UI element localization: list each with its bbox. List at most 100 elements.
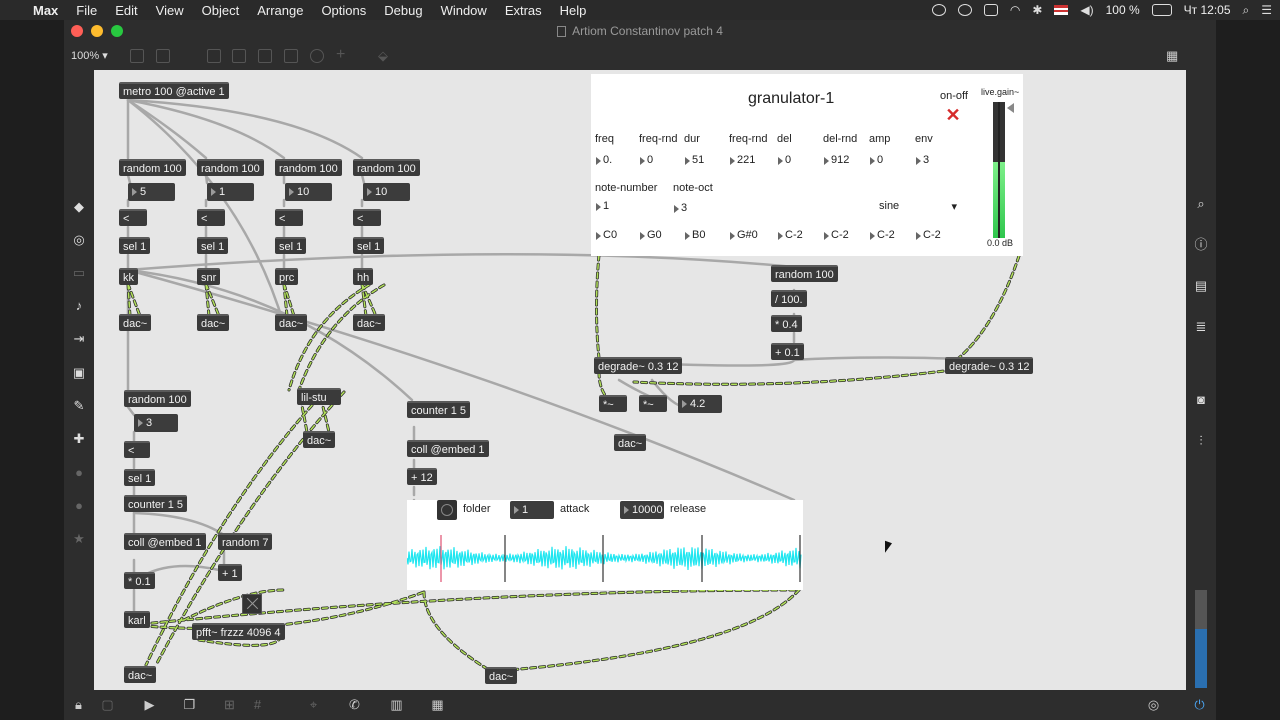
note-oct-box[interactable]: 3 [673, 202, 687, 214]
degrade-object[interactable]: degrade~ 0.3 12 [594, 357, 683, 374]
karl-object[interactable]: karl [124, 611, 150, 628]
plus-object[interactable]: + 1 [218, 564, 242, 581]
camera-icon[interactable]: ◙ [1194, 393, 1208, 407]
gain-meter[interactable] [993, 102, 1005, 238]
random-object[interactable]: random 100 [197, 159, 264, 176]
reference-icon[interactable]: ▤ [1194, 279, 1208, 293]
dac-object[interactable]: dac~ [197, 314, 230, 331]
lil-stu-object[interactable]: lil-stu [297, 388, 341, 405]
param-number[interactable]: 0 [639, 154, 653, 166]
dac-object[interactable]: dac~ [303, 431, 336, 448]
airplay-icon[interactable] [983, 4, 998, 16]
metro-object[interactable]: metro 100 @active 1 [119, 82, 229, 99]
multiply-object[interactable]: * 0.1 [124, 572, 155, 589]
plus-object[interactable]: + 12 [407, 468, 437, 485]
note-box[interactable]: C-2 [869, 229, 895, 241]
master-volume-slider[interactable] [1195, 590, 1207, 688]
keyboard-icon[interactable]: ▦ [430, 698, 445, 712]
prc-object[interactable]: prc [275, 268, 299, 285]
less-than-object[interactable]: < [124, 441, 150, 458]
new-object-icon[interactable] [130, 49, 144, 63]
minimize-window-button[interactable] [91, 25, 103, 37]
menu-app[interactable]: Max [24, 3, 67, 18]
param-number[interactable]: 221 [729, 154, 755, 166]
menu-arrange[interactable]: Arrange [248, 3, 312, 18]
counter-object[interactable]: counter 1 5 [407, 401, 471, 418]
number-box[interactable]: 10 [363, 183, 410, 201]
time-machine-icon[interactable] [957, 4, 972, 16]
zoom-menu[interactable]: 100% ▾ [71, 49, 108, 62]
note-box[interactable]: G#0 [729, 229, 758, 241]
sel-object[interactable]: sel 1 [119, 237, 151, 254]
cpu-icon[interactable]: ◎ [1146, 698, 1161, 712]
snr-object[interactable]: snr [197, 268, 221, 285]
new-slider-icon[interactable] [284, 49, 298, 63]
lock-icon[interactable]: 🔒︎ [71, 698, 86, 712]
param-number[interactable]: 0 [777, 154, 791, 166]
kk-object[interactable]: kk [119, 268, 138, 285]
dac-object[interactable]: dac~ [119, 314, 152, 331]
dac-object[interactable]: dac~ [485, 667, 518, 684]
image-icon[interactable]: ▣ [72, 366, 86, 380]
piano-icon[interactable]: ▥ [389, 698, 404, 712]
search-icon[interactable]: ⌕ [1194, 197, 1208, 211]
pfft-object[interactable]: pfft~ frzzz 4096 4 [192, 623, 285, 640]
random-object[interactable]: random 100 [771, 265, 838, 282]
menu-edit[interactable]: Edit [106, 3, 146, 18]
windows-icon[interactable]: ❐ [182, 698, 197, 712]
grid-icon[interactable]: ⊞ [222, 698, 237, 712]
keyboard-grid-icon[interactable]: ▦ [1166, 49, 1180, 63]
add-icon[interactable]: + [336, 47, 350, 63]
divide-object[interactable]: / 100. [771, 290, 807, 307]
dac-object[interactable]: dac~ [124, 666, 157, 683]
release-number[interactable]: 10000 [620, 501, 664, 519]
waveform-display[interactable] [407, 520, 803, 590]
music-note-icon[interactable]: ♪ [72, 299, 86, 313]
attack-number[interactable]: 1 [510, 501, 554, 519]
bluetooth-icon[interactable]: ✱ [1032, 3, 1042, 17]
note-box[interactable]: B0 [684, 229, 705, 241]
note-box[interactable]: C-2 [823, 229, 849, 241]
star-icon[interactable]: ★ [72, 532, 86, 546]
counter-object[interactable]: counter 1 5 [124, 495, 188, 512]
wrench-icon[interactable]: ✆ [347, 698, 362, 712]
number-box[interactable]: 1 [207, 183, 254, 201]
number-box[interactable]: 5 [128, 183, 175, 201]
sequence-icon[interactable]: ⇥ [72, 332, 86, 346]
less-than-object[interactable]: < [353, 209, 381, 226]
dac-object[interactable]: dac~ [275, 314, 308, 331]
number-box[interactable]: 10 [285, 183, 332, 201]
vst-icon[interactable]: ● [72, 466, 86, 480]
multislider-box[interactable] [242, 594, 262, 614]
menu-options[interactable]: Options [312, 3, 375, 18]
plugin-icon[interactable]: ✚ [72, 432, 86, 446]
signal-multiply-object[interactable]: *~ [639, 395, 667, 412]
plus-object[interactable]: + 0.1 [771, 343, 804, 360]
paperclip-icon[interactable]: ✎ [72, 399, 86, 413]
param-number[interactable]: 3 [915, 154, 929, 166]
degrade-object[interactable]: degrade~ 0.3 12 [945, 357, 1034, 374]
close-window-button[interactable] [71, 25, 83, 37]
number-box[interactable]: 4.2 [678, 395, 722, 413]
signal-multiply-object[interactable]: *~ [599, 395, 627, 412]
note-box[interactable]: C0 [595, 229, 617, 241]
note-box[interactable]: C-2 [915, 229, 941, 241]
sel-object[interactable]: sel 1 [275, 237, 307, 254]
note-box[interactable]: G0 [639, 229, 662, 241]
note-box[interactable]: C-2 [777, 229, 803, 241]
hh-object[interactable]: hh [353, 268, 374, 285]
menu-help[interactable]: Help [551, 3, 596, 18]
snap-icon[interactable]: # [250, 698, 265, 712]
wave-select-menu[interactable]: sine ▾ [879, 200, 959, 213]
paint-icon[interactable]: ⬙ [378, 49, 392, 63]
mixer-icon[interactable]: ⫶ [1194, 434, 1208, 448]
param-number[interactable]: 0 [869, 154, 883, 166]
sel-object[interactable]: sel 1 [197, 237, 229, 254]
number-box[interactable]: 3 [134, 414, 178, 432]
console-icon[interactable]: ≣ [1194, 320, 1208, 334]
onoff-toggle[interactable]: ✕ [945, 106, 961, 124]
wifi-icon[interactable]: ◠ [1010, 3, 1020, 17]
flag-icon[interactable] [1054, 5, 1069, 15]
patcher-canvas[interactable]: metro 100 @active 1 random 100 random 10… [94, 70, 1186, 690]
coll-object[interactable]: coll @embed 1 [124, 533, 206, 550]
